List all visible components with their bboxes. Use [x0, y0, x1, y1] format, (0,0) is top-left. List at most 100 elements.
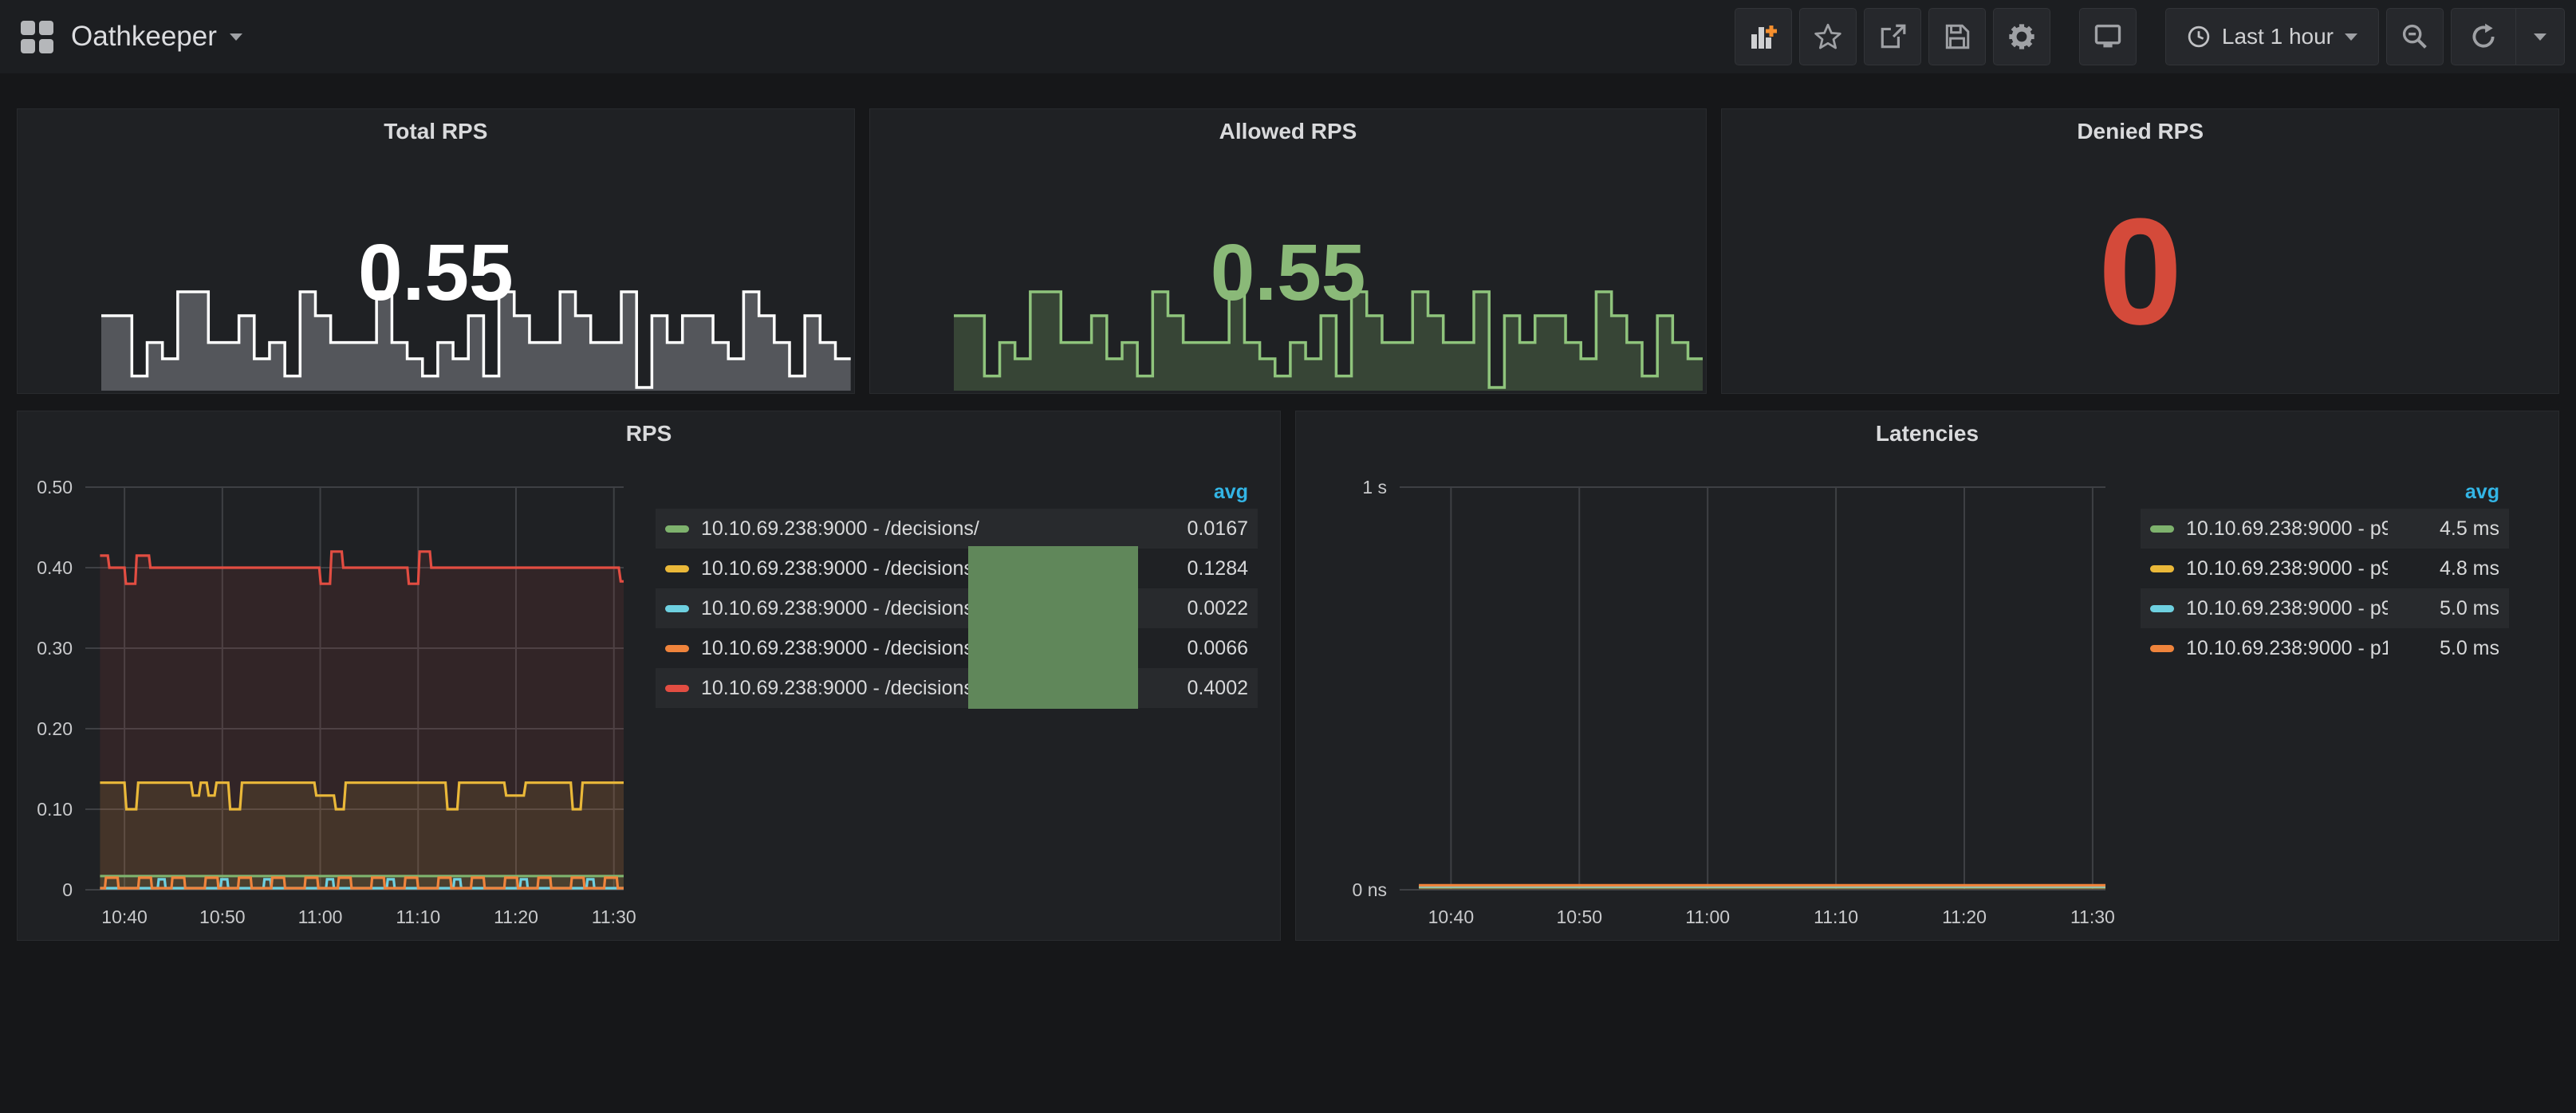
stat-value: 0.55 — [18, 225, 854, 321]
series-color-dash — [665, 605, 689, 612]
svg-text:0 ns: 0 ns — [1353, 879, 1387, 900]
svg-text:0: 0 — [62, 879, 73, 900]
panel-allowed-rps: Allowed RPS 0.55 — [869, 108, 1707, 394]
refresh-button[interactable] — [2452, 9, 2515, 65]
panel-rps-graph: RPS 0.50 0.40 0.30 0.20 0.10 0 10:40 10:50 11:00… — [17, 411, 1281, 941]
refresh-interval-dropdown[interactable] — [2515, 9, 2564, 65]
panel-total-rps: Total RPS 0.55 — [17, 108, 855, 394]
series-name: 10.10.69.238:9000 - p90 — [2186, 517, 2388, 541]
svg-text:11:30: 11:30 — [2070, 907, 2115, 927]
latencies-legend: avg10.10.69.238:9000 - p904.5 ms10.10.69… — [2141, 475, 2509, 668]
legend-overlay-box — [968, 546, 1138, 709]
panel-title[interactable]: Total RPS — [18, 119, 854, 144]
time-range-label: Last 1 hour — [2222, 24, 2334, 49]
panel-denied-rps: Denied RPS 0 — [1721, 108, 2559, 394]
zoom-out-icon — [2400, 22, 2430, 52]
series-avg-value: 4.5 ms — [2388, 517, 2499, 541]
series-avg-value: 5.0 ms — [2388, 597, 2499, 620]
svg-text:11:10: 11:10 — [1814, 907, 1858, 927]
series-name: 10.10.69.238:9000 - p99 — [2186, 597, 2388, 620]
series-name: 10.10.69.238:9000 - p100 — [2186, 637, 2388, 660]
legend-row[interactable]: 10.10.69.238:9000 - /decisions/0.0022 — [656, 588, 1258, 628]
svg-text:11:20: 11:20 — [494, 907, 538, 927]
series-color-dash — [2150, 525, 2174, 533]
dashboard-title-dropdown[interactable]: Oathkeeper — [71, 21, 242, 53]
star-button[interactable] — [1799, 8, 1857, 65]
zoom-out-button[interactable] — [2386, 8, 2444, 65]
panel-title[interactable]: Denied RPS — [1722, 119, 2558, 144]
series-color-dash — [2150, 645, 2174, 652]
series-color-dash — [665, 565, 689, 572]
add-panel-button[interactable] — [1735, 8, 1792, 65]
share-icon — [1878, 22, 1907, 51]
svg-text:11:00: 11:00 — [1685, 907, 1730, 927]
series-color-dash — [665, 525, 689, 533]
legend-row[interactable]: 10.10.69.238:9000 - /decisions/0.0167 — [656, 509, 1258, 549]
save-icon — [1943, 22, 1971, 51]
series-avg-value: 0.0066 — [1136, 637, 1248, 660]
legend-row[interactable]: 10.10.69.238:9000 - /decisions/0.0066 — [656, 628, 1258, 668]
legend-row[interactable]: 10.10.69.238:9000 - p995.0 ms — [2141, 588, 2509, 628]
series-color-dash — [2150, 605, 2174, 612]
share-button[interactable] — [1864, 8, 1921, 65]
svg-text:11:30: 11:30 — [592, 907, 636, 927]
panel-title[interactable]: Allowed RPS — [870, 119, 1707, 144]
series-color-dash — [665, 645, 689, 652]
latencies-chart: 1 s 0 ns 10:40 10:50 11:00 11:10 11:20 11:30 — [1312, 471, 2117, 938]
top-nav: Oathkeeper — [0, 0, 2576, 73]
series-name: 10.10.69.238:9000 - /decisions/ — [701, 517, 1136, 541]
series-color-dash — [2150, 565, 2174, 572]
rps-legend: avg10.10.69.238:9000 - /decisions/0.0167… — [656, 475, 1258, 708]
monitor-icon — [2093, 22, 2123, 52]
star-icon — [1814, 22, 1842, 51]
svg-text:10:40: 10:40 — [101, 907, 148, 927]
svg-text:0.10: 0.10 — [37, 799, 73, 820]
gear-icon — [2007, 22, 2037, 52]
series-avg-value: 0.1284 — [1136, 557, 1248, 580]
series-avg-value: 0.0167 — [1136, 517, 1248, 541]
svg-text:10:40: 10:40 — [1428, 907, 1475, 927]
svg-text:0.30: 0.30 — [37, 638, 73, 659]
legend-row[interactable]: 10.10.69.238:9000 - p1005.0 ms — [2141, 628, 2509, 668]
stat-value: 0.55 — [870, 225, 1707, 321]
toolbar: Last 1 hour — [1735, 8, 2565, 65]
add-panel-icon — [1748, 22, 1778, 52]
stat-value: 0 — [1722, 168, 2558, 376]
legend-row[interactable]: 10.10.69.238:9000 - p904.5 ms — [2141, 509, 2509, 549]
cycle-view-button[interactable] — [2079, 8, 2137, 65]
chevron-down-icon — [230, 33, 242, 41]
panel-title[interactable]: RPS — [18, 421, 1280, 446]
refresh-icon — [2469, 22, 2498, 51]
series-avg-value: 4.8 ms — [2388, 557, 2499, 580]
svg-text:11:10: 11:10 — [396, 907, 440, 927]
save-button[interactable] — [1928, 8, 1986, 65]
svg-text:1 s: 1 s — [1362, 477, 1387, 498]
dashboard-title: Oathkeeper — [71, 21, 217, 53]
legend-row[interactable]: 10.10.69.238:9000 - /decisions/0.1284 — [656, 549, 1258, 588]
rps-chart: 0.50 0.40 0.30 0.20 0.10 0 10:40 10:50 11:00 11:1… — [33, 471, 640, 938]
svg-text:10:50: 10:50 — [199, 907, 246, 927]
clock-icon — [2187, 25, 2211, 49]
svg-text:0.50: 0.50 — [37, 477, 73, 498]
legend-avg-header: avg — [2141, 475, 2509, 509]
series-avg-value: 0.0022 — [1136, 597, 1248, 620]
series-name: 10.10.69.238:9000 - p95 — [2186, 557, 2388, 580]
svg-text:11:00: 11:00 — [298, 907, 343, 927]
chevron-down-icon — [2345, 33, 2357, 41]
svg-text:0.40: 0.40 — [37, 557, 73, 578]
legend-row[interactable]: 10.10.69.238:9000 - /decisions/0.4002 — [656, 668, 1258, 708]
panel-latencies-graph: Latencies 1 s 0 ns 10:40 10:50 11:00 11:10 11:… — [1295, 411, 2559, 941]
panel-title[interactable]: Latencies — [1296, 421, 2558, 446]
svg-text:11:20: 11:20 — [1942, 907, 1987, 927]
chevron-down-icon — [2534, 33, 2546, 41]
series-color-dash — [665, 685, 689, 692]
dashboard-grid-icon[interactable] — [21, 21, 53, 53]
settings-button[interactable] — [1993, 8, 2050, 65]
legend-row[interactable]: 10.10.69.238:9000 - p954.8 ms — [2141, 549, 2509, 588]
time-picker-button[interactable]: Last 1 hour — [2165, 8, 2379, 65]
svg-text:0.20: 0.20 — [37, 718, 73, 739]
legend-avg-header: avg — [656, 475, 1258, 509]
refresh-split-button — [2451, 8, 2565, 65]
series-avg-value: 0.4002 — [1136, 677, 1248, 700]
svg-text:10:50: 10:50 — [1556, 907, 1602, 927]
